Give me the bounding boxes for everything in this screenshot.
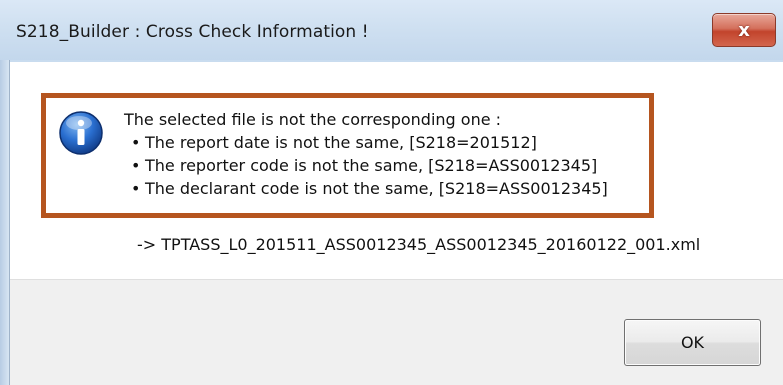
bullet-glyph: • bbox=[131, 179, 141, 198]
info-icon bbox=[59, 111, 103, 155]
bullet-text: The reporter code is not the same, [S218… bbox=[145, 156, 598, 175]
window-frame-left bbox=[0, 60, 10, 385]
list-item: • The declarant code is not the same, [S2… bbox=[124, 177, 608, 200]
window-title: S218_Builder : Cross Check Information ! bbox=[16, 22, 369, 42]
close-icon: x bbox=[738, 19, 750, 41]
filename-text: -> TPTASS_L0_201511_ASS0012345_ASS001234… bbox=[137, 235, 701, 254]
list-item: • The report date is not the same, [S218=… bbox=[124, 131, 608, 154]
bullet-glyph: • bbox=[131, 156, 141, 175]
bullet-text: The report date is not the same, [S218=2… bbox=[145, 133, 537, 152]
ok-button-label: OK bbox=[680, 333, 705, 352]
bullet-text: The declarant code is not the same, [S21… bbox=[145, 179, 608, 198]
close-button[interactable]: x bbox=[712, 13, 776, 47]
bullet-glyph: • bbox=[131, 133, 141, 152]
message-heading: The selected file is not the correspondi… bbox=[124, 110, 502, 129]
message-text: The selected file is not the correspondi… bbox=[124, 108, 608, 200]
title-bar[interactable]: S218_Builder : Cross Check Information !… bbox=[0, 0, 783, 60]
list-item: • The reporter code is not the same, [S21… bbox=[124, 154, 608, 177]
dialog-window: S218_Builder : Cross Check Information !… bbox=[0, 0, 783, 385]
ok-button[interactable]: OK bbox=[624, 319, 761, 366]
